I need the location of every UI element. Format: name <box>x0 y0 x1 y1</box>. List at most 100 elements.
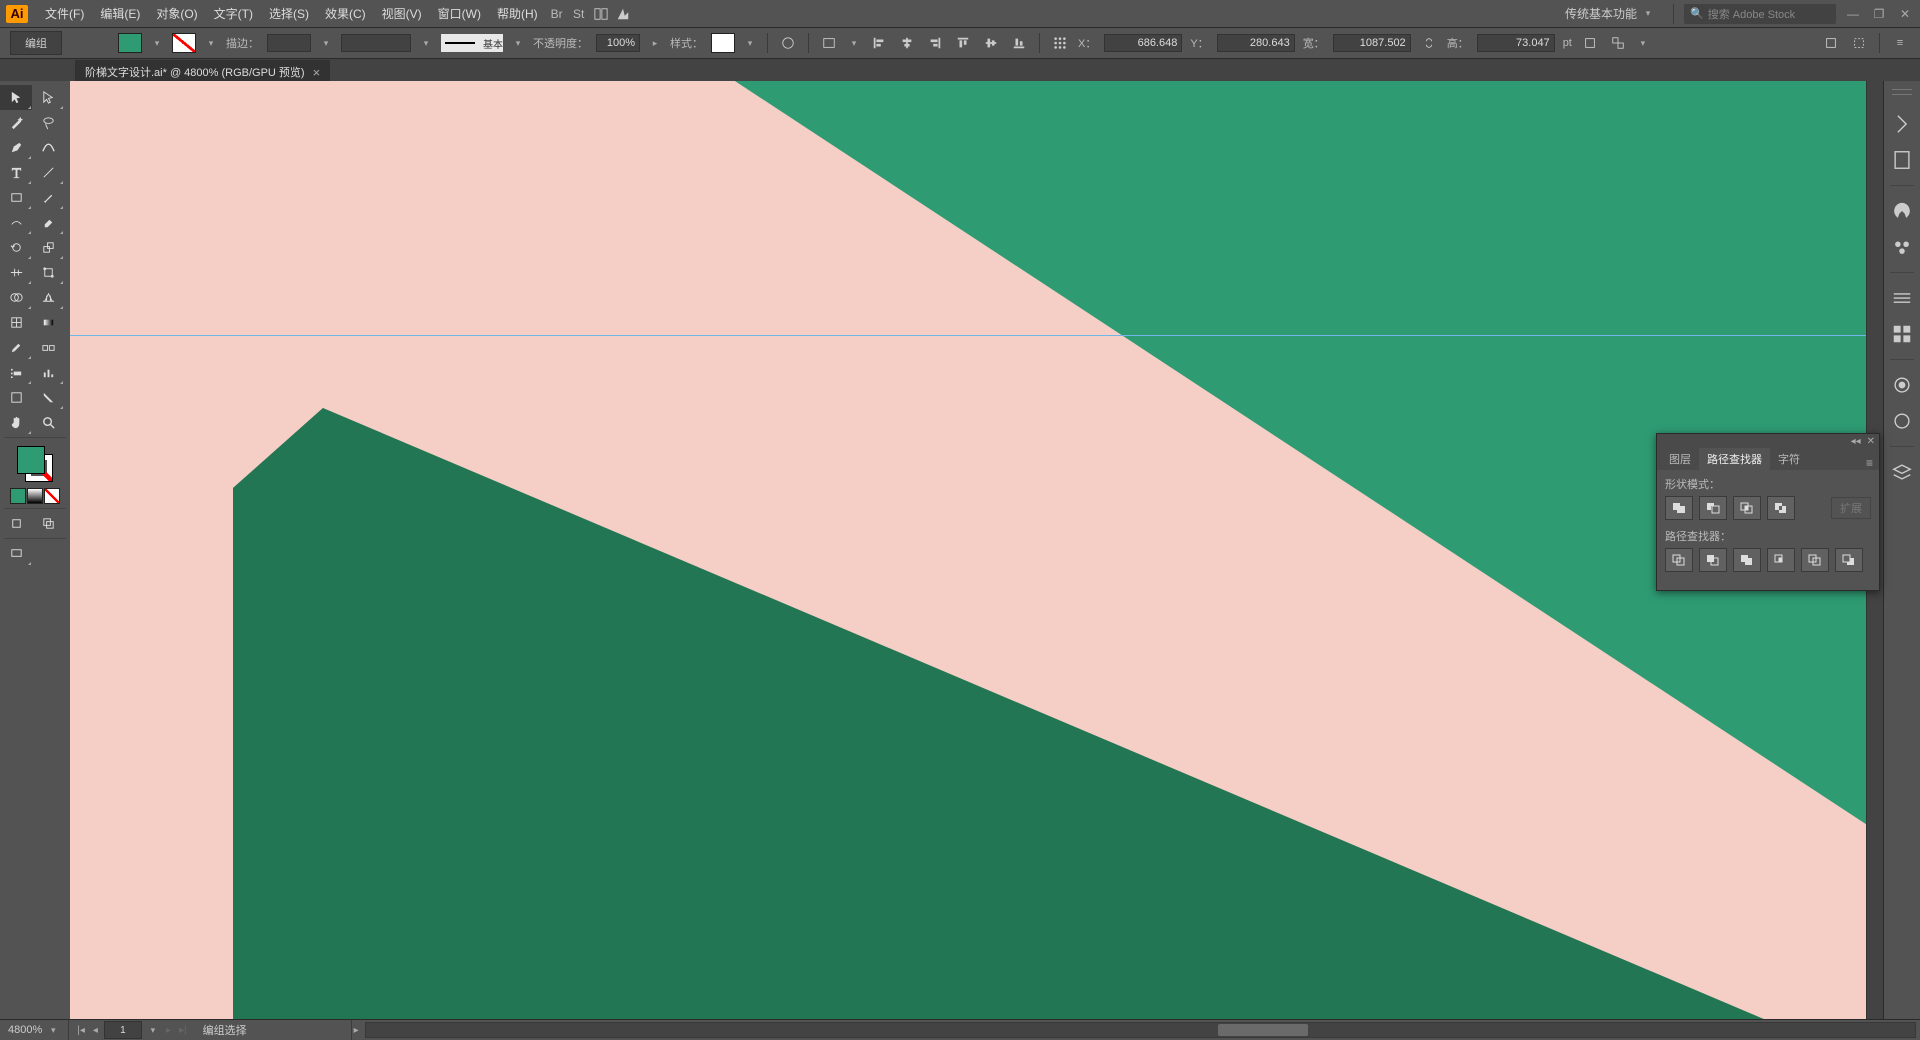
menu-effect[interactable]: 效果(C) <box>318 1 373 26</box>
align-top-icon[interactable] <box>953 33 973 53</box>
opacity-dd[interactable]: ▸ <box>648 36 662 50</box>
artboard-number-input[interactable] <box>104 1021 142 1039</box>
document-tab[interactable]: 阶梯文字设计.ai* @ 4800% (RGB/GPU 预览) × <box>75 60 330 83</box>
stroke-dd[interactable]: ▾ <box>204 36 218 50</box>
fill-stroke-control[interactable] <box>15 444 55 484</box>
screen-mode[interactable] <box>0 541 32 566</box>
opacity-input[interactable] <box>596 34 640 52</box>
edit-clip-icon[interactable] <box>1849 33 1869 53</box>
panel-close-icon[interactable]: ✕ <box>1867 436 1875 447</box>
style-swatch[interactable] <box>711 33 735 53</box>
horizontal-guide[interactable] <box>70 335 1884 336</box>
draw-behind[interactable] <box>32 511 64 536</box>
type-tool[interactable] <box>0 160 32 185</box>
transform-each-icon[interactable] <box>1608 33 1628 53</box>
gpu-icon[interactable] <box>613 4 633 24</box>
panel-collapse-icon[interactable]: ◂◂ <box>1851 436 1861 447</box>
stroke-weight-input[interactable] <box>267 34 311 52</box>
line-segment-tool[interactable] <box>32 160 64 185</box>
fill-color[interactable] <box>17 446 45 474</box>
trim-button[interactable] <box>1699 548 1727 572</box>
y-input[interactable] <box>1217 34 1295 52</box>
zoom-level[interactable]: 4800%▾ <box>0 1020 69 1040</box>
free-transform-tool[interactable] <box>32 260 64 285</box>
perspective-grid-tool[interactable] <box>32 285 64 310</box>
shape-builder-tool[interactable] <box>0 285 32 310</box>
mesh-tool[interactable] <box>0 310 32 335</box>
eraser-tool[interactable] <box>32 210 64 235</box>
draw-normal[interactable] <box>0 511 32 536</box>
swatches-panel-icon[interactable] <box>1891 323 1913 345</box>
rotate-tool[interactable] <box>0 235 32 260</box>
menu-select[interactable]: 选择(S) <box>262 1 316 26</box>
color-mode-gradient[interactable] <box>27 488 43 504</box>
window-close[interactable]: ✕ <box>1896 7 1914 21</box>
fill-dd[interactable]: ▾ <box>150 36 164 50</box>
h-input[interactable] <box>1477 34 1555 52</box>
rectangle-tool[interactable] <box>0 185 32 210</box>
gradient-tool[interactable] <box>32 310 64 335</box>
x-input[interactable] <box>1104 34 1182 52</box>
properties-panel-icon[interactable] <box>1891 113 1913 135</box>
stock-icon[interactable]: St <box>569 4 589 24</box>
status-selection[interactable]: 编组选择 <box>195 1020 352 1040</box>
brush-preview[interactable]: 基本 <box>441 34 503 52</box>
last-artboard-button[interactable]: ▸| <box>177 1025 189 1036</box>
artboard-tool[interactable] <box>0 385 32 410</box>
intersect-button[interactable] <box>1733 496 1761 520</box>
stroke-swatch[interactable] <box>172 33 196 53</box>
menu-help[interactable]: 帮助(H) <box>490 1 545 26</box>
hand-tool[interactable] <box>0 410 32 435</box>
magic-wand-tool[interactable] <box>0 110 32 135</box>
outline-button[interactable] <box>1801 548 1829 572</box>
curvature-tool[interactable] <box>32 135 64 160</box>
recolor-icon[interactable] <box>778 33 798 53</box>
crop-button[interactable] <box>1767 548 1795 572</box>
eyedropper-tool[interactable] <box>0 335 32 360</box>
first-artboard-button[interactable]: |◂ <box>75 1025 87 1036</box>
pen-tool[interactable] <box>0 135 32 160</box>
transform-ref-icon[interactable] <box>1050 33 1070 53</box>
panel-tab-pathfinder[interactable]: 路径查找器 <box>1699 448 1770 470</box>
artwork-shape-dark-edge[interactable] <box>233 408 333 1020</box>
shaper-tool[interactable] <box>0 210 32 235</box>
align-left-icon[interactable] <box>869 33 889 53</box>
menu-window[interactable]: 窗口(W) <box>431 1 488 26</box>
zoom-tool[interactable] <box>32 410 64 435</box>
width-tool[interactable] <box>0 260 32 285</box>
color-guide-panel-icon[interactable] <box>1891 236 1913 258</box>
ctrlbar-menu-icon[interactable]: ≡ <box>1890 33 1910 53</box>
graphic-styles-panel-icon[interactable] <box>1891 410 1913 432</box>
align-bottom-icon[interactable] <box>1009 33 1029 53</box>
window-minimize[interactable]: — <box>1844 7 1862 21</box>
divide-button[interactable] <box>1665 548 1693 572</box>
window-restore[interactable]: ❐ <box>1870 7 1888 21</box>
color-mode-solid[interactable] <box>10 488 26 504</box>
panel-tab-character[interactable]: 字符 <box>1770 448 1808 470</box>
vsp-input[interactable] <box>341 34 411 52</box>
unite-button[interactable] <box>1665 496 1693 520</box>
panel-menu-icon[interactable]: ≡ <box>1860 456 1879 470</box>
fill-swatch[interactable] <box>118 33 142 53</box>
horizontal-scrollbar[interactable] <box>365 1022 1916 1038</box>
scrollbar-thumb[interactable] <box>1218 1024 1308 1036</box>
canvas[interactable] <box>70 81 1884 1020</box>
menu-file[interactable]: 文件(F) <box>38 1 91 26</box>
link-wh-icon[interactable] <box>1419 33 1439 53</box>
layers-panel-icon[interactable] <box>1891 461 1913 483</box>
direct-selection-tool[interactable] <box>32 85 64 110</box>
status-menu[interactable]: ▸ <box>352 1025 361 1036</box>
color-mode-none[interactable] <box>44 488 60 504</box>
stroke-panel-icon[interactable] <box>1891 287 1913 309</box>
arrange-docs-icon[interactable] <box>591 4 611 24</box>
align-hcenter-icon[interactable] <box>897 33 917 53</box>
menu-object[interactable]: 对象(O) <box>149 1 204 26</box>
bridge-icon[interactable]: Br <box>547 4 567 24</box>
color-panel-icon[interactable] <box>1891 200 1913 222</box>
merge-button[interactable] <box>1733 548 1761 572</box>
blend-tool[interactable] <box>32 335 64 360</box>
menu-edit[interactable]: 编辑(E) <box>93 1 147 26</box>
minus-front-button[interactable] <box>1699 496 1727 520</box>
shape-props-icon[interactable] <box>1580 33 1600 53</box>
align-vcenter-icon[interactable] <box>981 33 1001 53</box>
